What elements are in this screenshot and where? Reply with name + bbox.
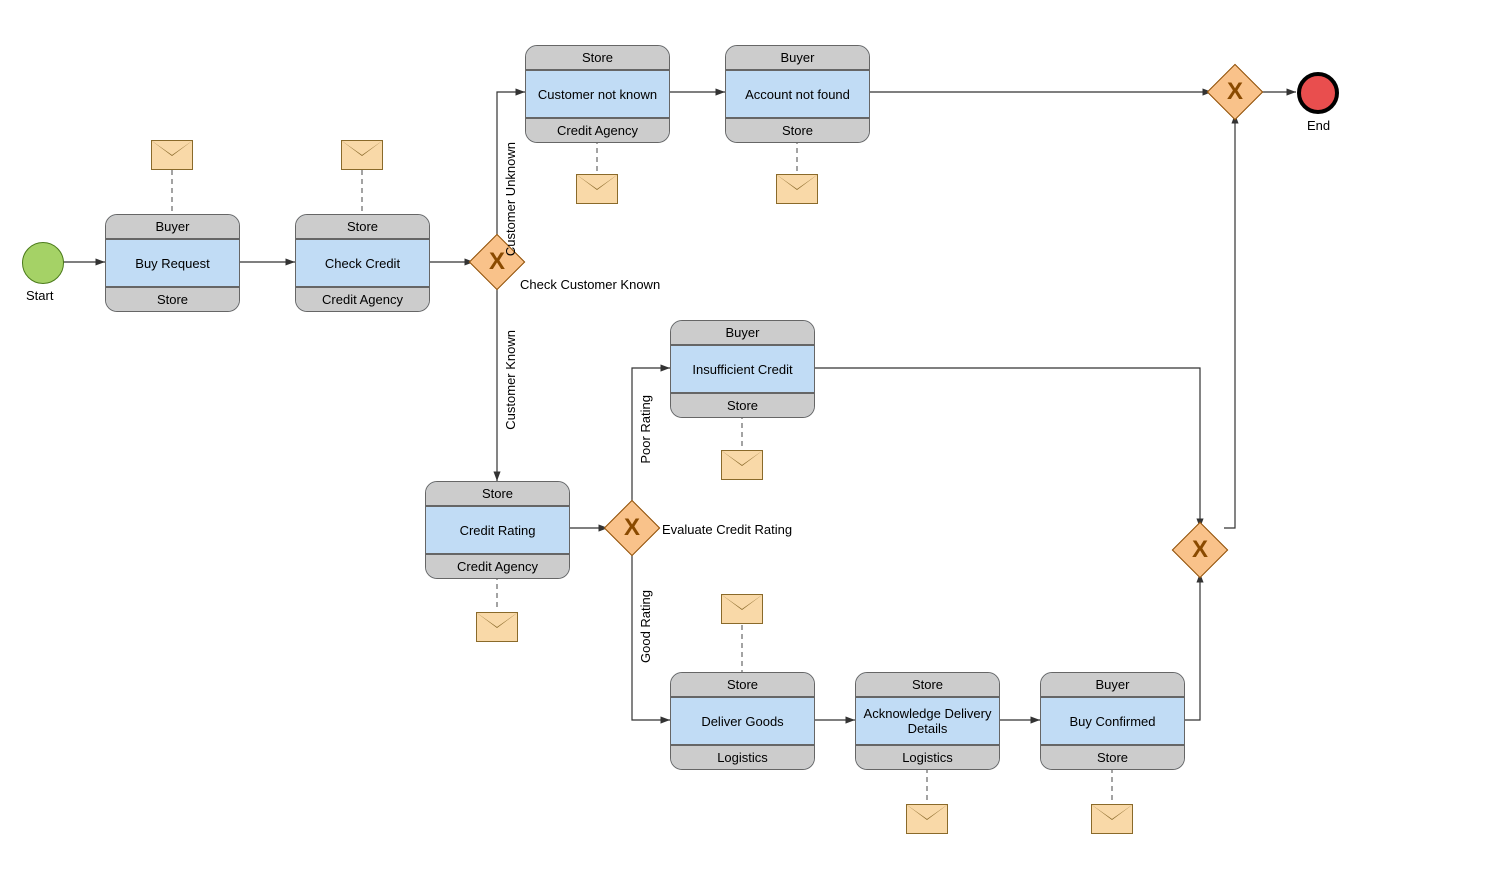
task-header: Store xyxy=(296,215,429,239)
task-header: Buyer xyxy=(106,215,239,239)
task-deliver-goods: Store Deliver Goods Logistics xyxy=(670,672,815,770)
start-event xyxy=(22,242,64,284)
task-customer-not-known: Store Customer not known Credit Agency xyxy=(525,45,670,143)
edge-label-poor-rating: Poor Rating xyxy=(638,395,653,464)
task-header: Store xyxy=(426,482,569,506)
task-account-not-found: Buyer Account not found Store xyxy=(725,45,870,143)
task-header: Store xyxy=(526,46,669,70)
message-icon xyxy=(576,174,618,204)
task-footer: Logistics xyxy=(671,745,814,769)
task-footer: Store xyxy=(106,287,239,311)
task-footer: Store xyxy=(726,118,869,142)
edge-label-customer-known: Customer Known xyxy=(503,330,518,430)
task-body: Buy Request xyxy=(106,240,239,286)
task-header: Store xyxy=(856,673,999,697)
message-icon xyxy=(776,174,818,204)
edge-label-good-rating: Good Rating xyxy=(638,590,653,663)
task-header: Buyer xyxy=(671,321,814,345)
task-body: Account not found xyxy=(726,71,869,117)
task-credit-rating: Store Credit Rating Credit Agency xyxy=(425,481,570,579)
task-body: Deliver Goods xyxy=(671,698,814,744)
message-icon xyxy=(1091,804,1133,834)
task-footer: Credit Agency xyxy=(296,287,429,311)
task-header: Store xyxy=(671,673,814,697)
task-footer: Store xyxy=(1041,745,1184,769)
gateway-check-customer-label: Check Customer Known xyxy=(520,277,660,292)
task-body: Customer not known xyxy=(526,71,669,117)
task-body: Insufficient Credit xyxy=(671,346,814,392)
gateway-evaluate-credit: X xyxy=(604,500,661,557)
gateway-merge-top: X xyxy=(1207,64,1264,121)
task-footer: Credit Agency xyxy=(526,118,669,142)
edge-label-customer-unknown: Customer Unknown xyxy=(503,142,518,256)
task-body: Buy Confirmed xyxy=(1041,698,1184,744)
task-footer: Credit Agency xyxy=(426,554,569,578)
task-body: Check Credit xyxy=(296,240,429,286)
task-ack-delivery: Store Acknowledge Delivery Details Logis… xyxy=(855,672,1000,770)
task-footer: Logistics xyxy=(856,745,999,769)
message-icon xyxy=(721,450,763,480)
task-buy-confirmed: Buyer Buy Confirmed Store xyxy=(1040,672,1185,770)
gateway-evaluate-credit-label: Evaluate Credit Rating xyxy=(662,522,792,537)
task-header: Buyer xyxy=(726,46,869,70)
message-icon xyxy=(906,804,948,834)
task-check-credit: Store Check Credit Credit Agency xyxy=(295,214,430,312)
end-event xyxy=(1297,72,1339,114)
task-body: Acknowledge Delivery Details xyxy=(856,698,999,744)
task-buy-request: Buyer Buy Request Store xyxy=(105,214,240,312)
start-label: Start xyxy=(26,288,53,303)
end-label: End xyxy=(1307,118,1330,133)
task-insufficient-credit: Buyer Insufficient Credit Store xyxy=(670,320,815,418)
message-icon xyxy=(476,612,518,642)
task-header: Buyer xyxy=(1041,673,1184,697)
gateway-merge-right: X xyxy=(1172,522,1229,579)
message-icon xyxy=(341,140,383,170)
message-icon xyxy=(721,594,763,624)
task-footer: Store xyxy=(671,393,814,417)
task-body: Credit Rating xyxy=(426,507,569,553)
message-icon xyxy=(151,140,193,170)
